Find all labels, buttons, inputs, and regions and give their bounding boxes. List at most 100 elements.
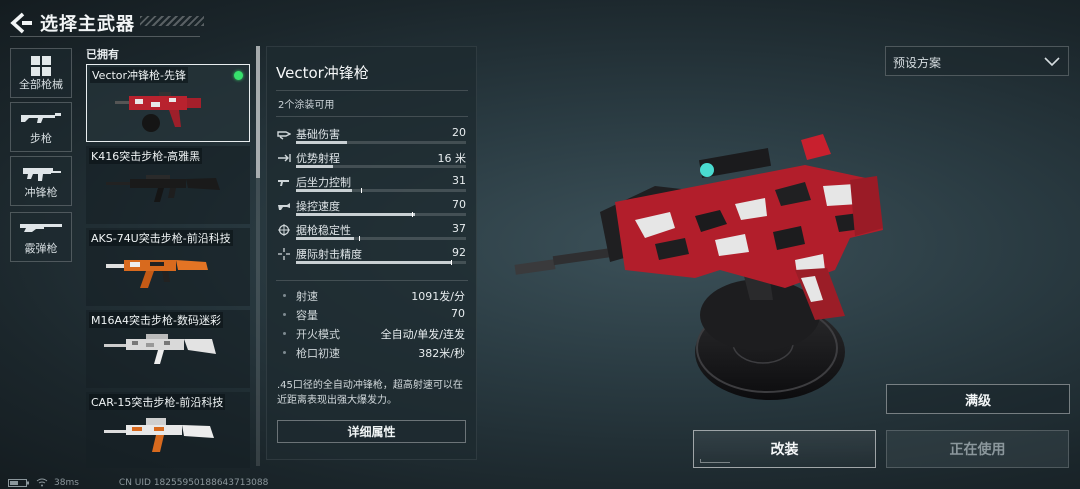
category-label: 步枪 bbox=[30, 132, 52, 145]
stat-bar-fill bbox=[296, 213, 415, 216]
weapon-card-car15[interactable]: CAR-15突击步枪-前沿科技 bbox=[86, 392, 250, 468]
stat-bar-fill bbox=[296, 261, 453, 264]
stat-value: 31 bbox=[452, 174, 466, 187]
stat-label: 优势射程 bbox=[296, 152, 340, 165]
title-stripes-decor bbox=[140, 16, 204, 26]
spec-value: 382米/秒 bbox=[418, 347, 465, 360]
stat-label: 后坐力控制 bbox=[296, 176, 351, 189]
stat-recoil-control: 后坐力控制 31 bbox=[276, 174, 468, 198]
back-button[interactable] bbox=[8, 10, 34, 36]
spec-label: 射速 bbox=[296, 290, 318, 303]
detail-divider bbox=[276, 116, 468, 117]
category-label: 全部枪械 bbox=[19, 78, 63, 91]
stat-bar-marker bbox=[358, 236, 360, 241]
car15-thumbnail-icon bbox=[104, 418, 214, 452]
stat-bar-fill bbox=[296, 141, 347, 144]
spec-label: 枪口初速 bbox=[296, 347, 340, 360]
category-label: 冲锋枪 bbox=[24, 186, 58, 199]
stat-effective-range: 优势射程 16 米 bbox=[276, 150, 468, 174]
shotgun-icon bbox=[20, 224, 62, 232]
spec-capacity: 容量 70 bbox=[276, 307, 468, 325]
spec-bullet bbox=[283, 332, 286, 335]
crosshair-icon bbox=[278, 248, 290, 260]
modify-button[interactable]: 改装 bbox=[693, 430, 876, 468]
stat-label: 操控速度 bbox=[296, 200, 340, 213]
owned-section-label: 已拥有 bbox=[86, 48, 119, 61]
stat-value: 37 bbox=[452, 222, 466, 235]
weapon-list-scroll-thumb[interactable] bbox=[256, 46, 260, 178]
equipped-indicator bbox=[234, 71, 243, 80]
category-all-guns[interactable]: 全部枪械 bbox=[10, 48, 72, 98]
damage-icon bbox=[277, 131, 291, 140]
stat-value: 92 bbox=[452, 246, 466, 259]
stat-bar-fill bbox=[296, 237, 354, 240]
stat-label: 腰际射击精度 bbox=[296, 248, 362, 261]
stat-value: 16 米 bbox=[437, 152, 467, 165]
modify-button-label: 改装 bbox=[770, 442, 799, 458]
rifle-icon bbox=[21, 113, 61, 123]
stat-bar-marker bbox=[360, 188, 362, 193]
grid-icon bbox=[31, 56, 51, 76]
weapon-card-k416[interactable]: K416突击步枪-高雅黑 bbox=[86, 146, 250, 224]
weapon-card-name: M16A4突击步枪-数码迷彩 bbox=[89, 312, 223, 328]
stat-value: 20 bbox=[452, 126, 466, 139]
stat-bar bbox=[296, 188, 466, 193]
detail-divider bbox=[276, 90, 468, 91]
stat-bar-fill bbox=[296, 165, 334, 168]
stat-bar bbox=[296, 165, 466, 168]
in-use-button-label: 正在使用 bbox=[949, 442, 1006, 458]
detailed-attributes-button[interactable]: 详细属性 bbox=[277, 420, 466, 443]
preset-dropdown[interactable]: 预设方案 bbox=[885, 46, 1069, 76]
in-use-button: 正在使用 bbox=[886, 430, 1069, 468]
spec-value: 70 bbox=[451, 307, 465, 320]
detail-divider bbox=[276, 280, 468, 281]
stability-icon bbox=[278, 224, 290, 236]
spec-muzzle-velocity: 枪口初速 382米/秒 bbox=[276, 345, 468, 363]
weapon-detail-name: Vector冲锋枪 bbox=[276, 64, 369, 82]
stat-bar bbox=[296, 141, 466, 144]
weapon-description: .45口径的全自动冲锋枪，超高射速可以在近距离表现出强大爆发力。 bbox=[277, 380, 463, 406]
vector-thumbnail-icon bbox=[115, 92, 201, 132]
spec-label: 开火模式 bbox=[296, 328, 340, 341]
spec-fire-mode: 开火模式 全自动/单发/连发 bbox=[276, 326, 468, 344]
stat-aim-stability: 据枪稳定性 37 bbox=[276, 222, 468, 246]
stat-value: 70 bbox=[452, 198, 466, 211]
spec-label: 容量 bbox=[296, 309, 318, 322]
weapon-card-m16a4[interactable]: M16A4突击步枪-数码迷彩 bbox=[86, 310, 250, 388]
category-shotguns[interactable]: 霰弹枪 bbox=[10, 212, 72, 262]
stat-hipfire-accuracy: 腰际射击精度 92 bbox=[276, 246, 468, 270]
weapon-card-aks74u[interactable]: AKS-74U突击步枪-前沿科技 bbox=[86, 228, 250, 306]
category-rifles[interactable]: 步枪 bbox=[10, 102, 72, 152]
weapon-card-name: Vector冲锋枪-先锋 bbox=[90, 67, 189, 83]
weapon-card-name: AKS-74U突击步枪-前沿科技 bbox=[89, 230, 233, 246]
uid-text: CN UID 18255950188643713088 bbox=[118, 477, 269, 488]
stat-label: 基础伤害 bbox=[296, 128, 340, 141]
weapon-card-name: CAR-15突击步枪-前沿科技 bbox=[89, 394, 226, 410]
aks74u-thumbnail-icon bbox=[106, 260, 208, 288]
ping-text: 38ms bbox=[54, 477, 79, 488]
header-divider bbox=[10, 36, 200, 37]
stat-handling-speed: 操控速度 70 bbox=[276, 198, 468, 222]
stat-bar bbox=[296, 260, 466, 265]
stat-bar-marker bbox=[411, 212, 413, 217]
stat-base-damage: 基础伤害 20 bbox=[276, 126, 468, 150]
handling-icon bbox=[278, 203, 290, 210]
weapon-card-vector[interactable]: Vector冲锋枪-先锋 bbox=[86, 64, 250, 142]
stat-bar-fill bbox=[296, 189, 353, 192]
battery-icon bbox=[8, 478, 29, 487]
spec-bullet bbox=[283, 313, 286, 316]
spec-value: 1091发/分 bbox=[411, 290, 465, 303]
button-corner-decor bbox=[700, 459, 730, 463]
status-footer: 38ms CN UID 18255950188643713088 bbox=[8, 476, 268, 489]
stat-label: 据枪稳定性 bbox=[296, 224, 351, 237]
category-smgs[interactable]: 冲锋枪 bbox=[10, 156, 72, 206]
max-level-button[interactable]: 满级 bbox=[886, 384, 1070, 414]
stat-bar-marker bbox=[450, 260, 452, 265]
weapon-card-name: K416突击步枪-高雅黑 bbox=[89, 148, 203, 164]
smg-icon bbox=[23, 168, 61, 181]
category-label: 霰弹枪 bbox=[24, 242, 58, 255]
m16a4-thumbnail-icon bbox=[104, 334, 216, 364]
range-icon bbox=[278, 154, 291, 162]
page-title: 选择主武器 bbox=[40, 14, 135, 35]
k416-thumbnail-icon bbox=[106, 175, 220, 202]
